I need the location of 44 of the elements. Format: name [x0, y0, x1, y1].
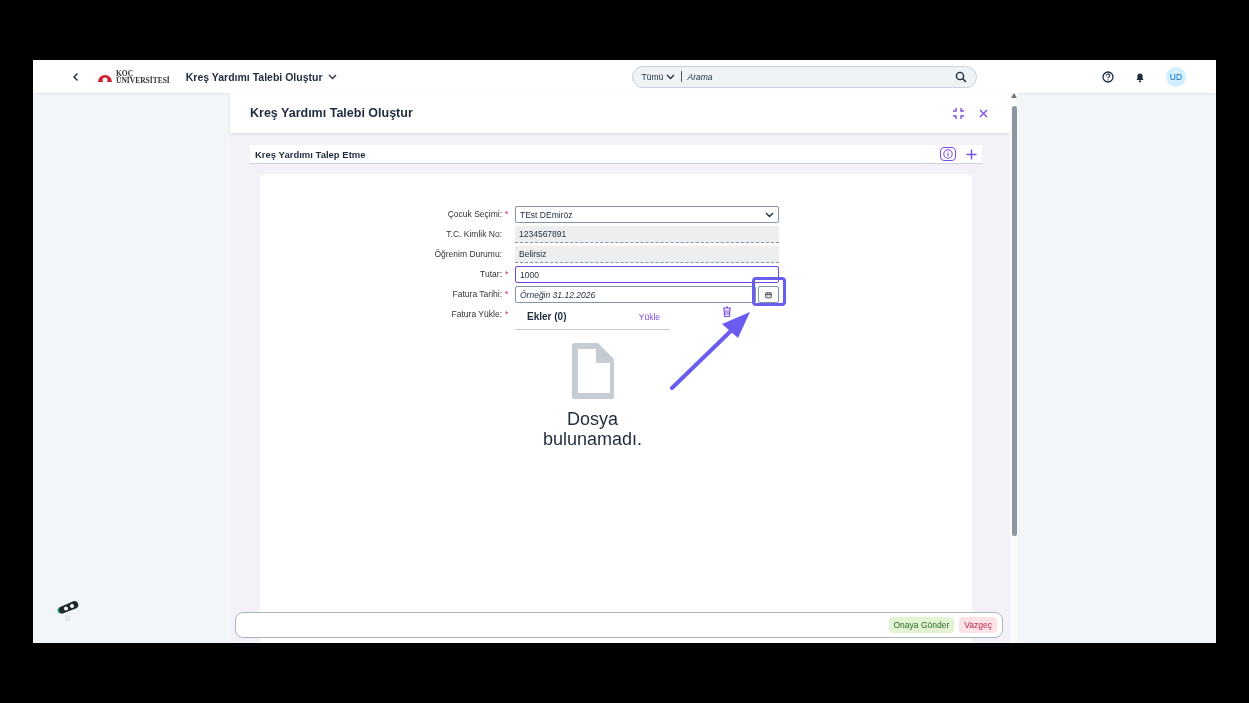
- upload-link[interactable]: Yükle: [638, 311, 666, 322]
- search-icon[interactable]: [954, 70, 967, 83]
- field-label: Öğrenim Durumu:: [434, 248, 502, 259]
- field-label: Tutar:: [480, 268, 502, 279]
- info-button[interactable]: [940, 147, 956, 161]
- scroll-up-arrow-icon[interactable]: [1011, 93, 1017, 98]
- calendar-icon: [765, 289, 772, 300]
- section-title: Kreş Yardımı Talep Etme: [255, 148, 367, 160]
- required-mark: *: [505, 208, 510, 219]
- readonly-field: 1234567891: [515, 226, 779, 243]
- search-scope[interactable]: Tümü: [632, 71, 666, 82]
- chevron-down-icon[interactable]: [665, 73, 675, 80]
- empty-message: Dosya bulunamadı.: [541, 409, 644, 449]
- scrollbar[interactable]: [1010, 93, 1018, 643]
- field-label: Fatura Yükle:: [451, 308, 502, 319]
- exit-fullscreen-icon[interactable]: [952, 106, 965, 120]
- dialog-title: Kreş Yardımı Talebi Oluştur: [250, 106, 414, 120]
- user-avatar[interactable]: UD: [1166, 66, 1186, 87]
- trash-icon[interactable]: [722, 306, 732, 317]
- field-label: Çocuk Seçimi:: [447, 208, 502, 219]
- input-field[interactable]: 1000: [515, 266, 779, 283]
- bell-icon[interactable]: [1134, 70, 1146, 83]
- search-field[interactable]: Tümü Arama: [631, 65, 977, 88]
- document-icon: [569, 341, 616, 401]
- submit-button[interactable]: Onaya Gönder: [888, 617, 955, 633]
- chevron-down-icon[interactable]: [327, 73, 337, 80]
- readonly-field: Belirsiz: [515, 246, 779, 263]
- back-icon[interactable]: [71, 71, 81, 82]
- field-label: T.C. Kimlik No:: [446, 228, 502, 239]
- help-icon[interactable]: [1102, 70, 1114, 83]
- app-title[interactable]: Kreş Yardımı Talebi Oluştur: [185, 70, 323, 83]
- date-field[interactable]: Örneğin 31.12.2026: [515, 286, 756, 303]
- chevron-down-icon: [765, 211, 774, 218]
- calendar-button[interactable]: [758, 286, 779, 303]
- required-mark: *: [505, 288, 510, 299]
- field-label: Fatura Tarihi:: [452, 288, 502, 299]
- required-mark: *: [505, 308, 510, 319]
- attachments-title: Ekler (0): [527, 311, 568, 322]
- cancel-button[interactable]: Vazgeç: [959, 617, 997, 633]
- mascot-icon[interactable]: [55, 598, 81, 624]
- required-mark: *: [505, 268, 510, 279]
- highlight-frame: [752, 277, 786, 306]
- select-field[interactable]: TEst DEmiröz: [515, 206, 779, 223]
- add-icon[interactable]: [966, 148, 977, 160]
